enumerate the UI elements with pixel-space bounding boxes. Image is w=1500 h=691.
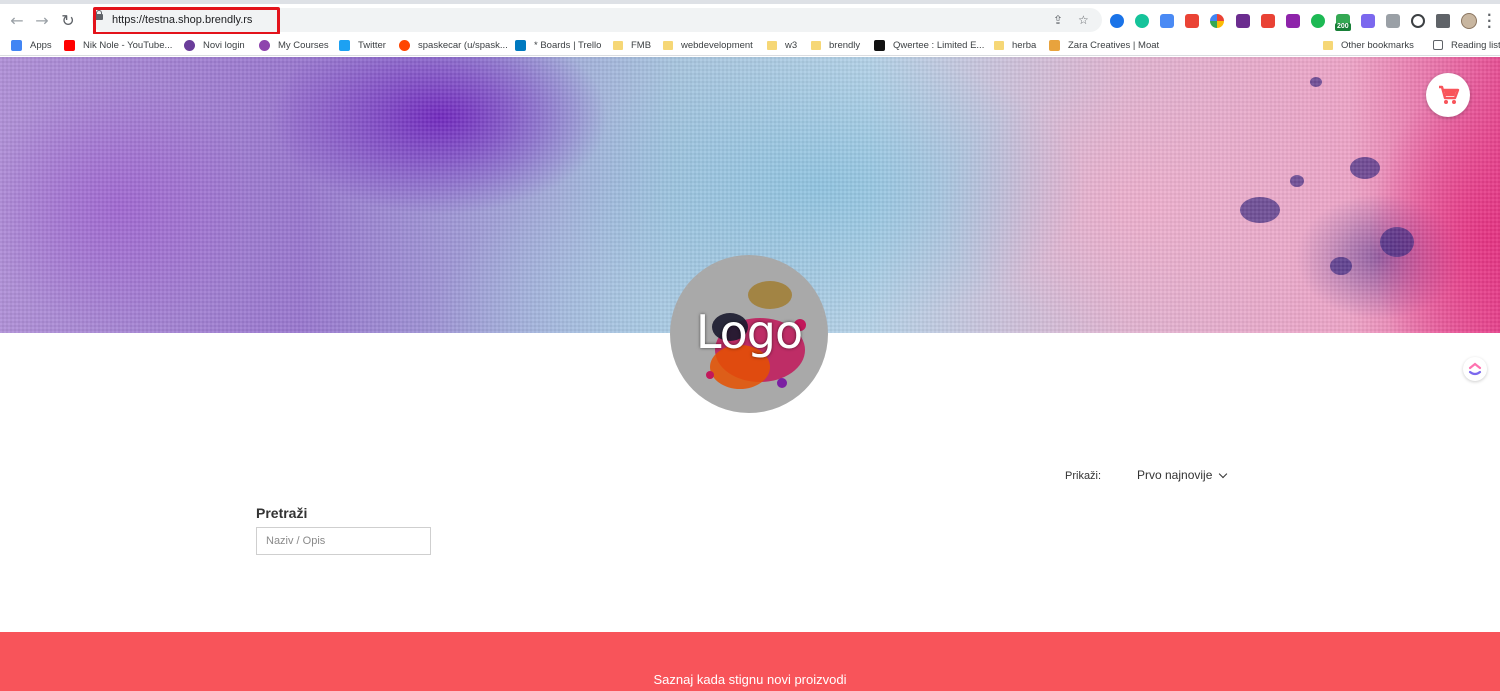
reload-icon[interactable]: ↻ xyxy=(59,12,77,30)
sort-dropdown[interactable]: Prvo najnovije xyxy=(1137,468,1228,482)
folder-icon xyxy=(811,40,821,50)
chevron-down-icon xyxy=(1219,469,1228,478)
bookmark-folder-brendly[interactable]: brendly xyxy=(811,37,860,53)
color-picker-icon[interactable] xyxy=(1210,14,1224,28)
extension-icon[interactable] xyxy=(1286,14,1300,28)
moat-icon xyxy=(1049,39,1060,51)
apps-grid-icon xyxy=(11,39,22,51)
folder-icon xyxy=(994,40,1004,50)
cart-icon xyxy=(1439,85,1460,104)
bookmark-my-courses[interactable]: My Courses xyxy=(259,37,329,53)
reddit-icon xyxy=(399,39,410,51)
bookmark-apps[interactable]: Apps xyxy=(11,37,52,53)
search-title: Pretraži xyxy=(256,505,308,521)
folder-icon xyxy=(613,40,623,50)
trello-icon xyxy=(515,39,526,51)
bookmark-trello[interactable]: * Boards | Trello xyxy=(515,37,601,53)
youtube-icon xyxy=(64,39,75,51)
logo-text: Logo xyxy=(695,305,803,359)
folder-icon xyxy=(663,40,673,50)
grammarly-icon[interactable] xyxy=(1135,14,1149,28)
forward-arrow-icon[interactable]: → xyxy=(33,12,51,30)
site-icon xyxy=(184,39,195,51)
bookmark-youtube[interactable]: Nik Nole - YouTube... xyxy=(64,37,172,53)
bookmark-reading-list[interactable]: Reading list xyxy=(1433,37,1500,53)
profile-avatar[interactable] xyxy=(1461,13,1477,29)
paint-splat xyxy=(1310,77,1322,87)
bookmark-novi-login[interactable]: Novi login xyxy=(184,37,245,53)
twitter-icon xyxy=(339,39,350,51)
bookmark-folder-w3[interactable]: w3 xyxy=(767,37,797,53)
shop-logo: Logo xyxy=(670,255,828,413)
bookmark-reddit[interactable]: spaskecar (u/spask... xyxy=(399,37,508,53)
bookmark-zara-creatives[interactable]: Zara Creatives | Moat xyxy=(1049,37,1159,53)
extension-icon[interactable] xyxy=(1386,14,1400,28)
menu-icon[interactable]: · · · xyxy=(1487,9,1492,33)
share-icon[interactable]: ⇪ xyxy=(1053,13,1063,27)
clickup-extension-icon[interactable] xyxy=(1361,14,1375,28)
cart-button[interactable] xyxy=(1426,73,1470,117)
extension-icon[interactable] xyxy=(1160,14,1174,28)
paint-splat xyxy=(1350,157,1380,179)
back-arrow-icon[interactable]: ← xyxy=(8,12,26,30)
search-input[interactable] xyxy=(256,527,431,555)
folder-icon xyxy=(1323,40,1333,50)
block-icon[interactable] xyxy=(1411,14,1425,28)
folder-icon xyxy=(767,40,777,50)
site-icon xyxy=(259,39,270,51)
sort-selected-value: Prvo najnovije xyxy=(1137,468,1213,482)
extension-icon[interactable] xyxy=(1261,14,1275,28)
url-highlight-box xyxy=(93,7,280,35)
bookmarks-bar: Apps Nik Nole - YouTube... Novi login My… xyxy=(0,34,1500,56)
qwertee-icon xyxy=(874,39,885,51)
browser-toolbar: ← → ↻ https://testna.shop.brendly.rs ⇪ ☆… xyxy=(0,0,1500,35)
bookmark-folder-herba[interactable]: herba xyxy=(994,37,1036,53)
extension-icon[interactable] xyxy=(1236,14,1250,28)
bookmark-other-bookmarks[interactable]: Other bookmarks xyxy=(1323,37,1414,53)
paint-splat xyxy=(1290,175,1304,187)
star-icon[interactable]: ☆ xyxy=(1078,13,1089,27)
paint-splat xyxy=(1380,227,1414,257)
bookmark-qwertee[interactable]: Qwertee : Limited E... xyxy=(874,37,984,53)
extension-badge: 200 xyxy=(1335,23,1351,31)
paint-splat xyxy=(1330,257,1352,275)
reading-list-icon xyxy=(1433,40,1443,50)
paint-splat xyxy=(1240,197,1280,223)
newsletter-text: Saznaj kada stignu novi proizvodi xyxy=(653,672,847,687)
puzzle-icon[interactable] xyxy=(1436,14,1450,28)
extension-icon[interactable] xyxy=(1110,14,1124,28)
clickup-widget[interactable] xyxy=(1463,357,1487,381)
extension-icon[interactable] xyxy=(1311,14,1325,28)
bookmark-folder-fmb[interactable]: FMB xyxy=(613,37,651,53)
clickup-icon xyxy=(1468,362,1482,376)
sort-label: Prikaži: xyxy=(1065,470,1102,482)
bookmark-twitter[interactable]: Twitter xyxy=(339,37,386,53)
bookmark-folder-webdevelopment[interactable]: webdevelopment xyxy=(663,37,753,53)
extension-icon[interactable] xyxy=(1185,14,1199,28)
